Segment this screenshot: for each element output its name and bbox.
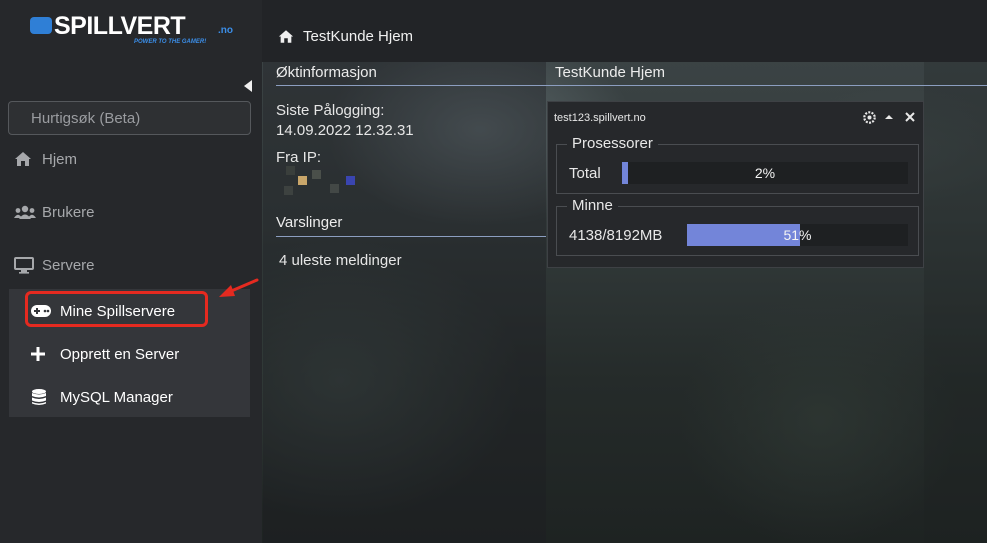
cpu-legend: Prosessorer xyxy=(567,135,658,152)
sidebar-item-servere[interactable]: Servere xyxy=(14,254,95,276)
monitor-icon xyxy=(14,256,36,274)
close-icon[interactable] xyxy=(903,110,917,124)
cpu-usage-bar: 2% xyxy=(622,162,908,184)
collapse-up-icon[interactable] xyxy=(882,110,896,124)
session-info-divider xyxy=(276,85,546,86)
home-panel-title: TestKunde Hjem xyxy=(555,64,666,81)
last-login-value: 14.09.2022 12.32.31 xyxy=(276,122,414,139)
home-icon xyxy=(14,150,36,168)
notifications-count[interactable]: 4 uleste meldinger xyxy=(279,251,402,270)
sidebar-item-label: Brukere xyxy=(42,203,95,221)
brand-tagline: POWER TO THE GAMER! xyxy=(134,39,207,45)
settings-icon[interactable] xyxy=(862,110,876,124)
database-icon xyxy=(30,388,52,406)
ip-label: Fra IP: xyxy=(276,149,322,166)
users-icon xyxy=(14,203,36,221)
submenu-item-opprett-en-server[interactable]: Opprett en Server xyxy=(30,343,179,365)
notifications-divider xyxy=(276,236,546,237)
server-status-widget: test123.spillvert.no Prosessorer Total 2… xyxy=(547,101,924,268)
highlight-box xyxy=(25,291,208,327)
sidebar-item-label: Servere xyxy=(42,256,95,274)
last-login-label: Siste Pålogging: xyxy=(276,102,385,119)
cpu-label: Total xyxy=(569,165,601,182)
home-panel-divider xyxy=(546,85,987,86)
search-input[interactable]: Hurtigsøk (Beta) xyxy=(8,101,251,135)
sidebar-item-label: Hjem xyxy=(42,150,78,168)
sidebar-item-hjem[interactable]: Hjem xyxy=(14,148,77,170)
content-overlay-right xyxy=(924,62,987,543)
submenu-item-label: Opprett en Server xyxy=(60,345,180,363)
brand-tld: .no xyxy=(218,25,233,36)
cpu-group: Prosessorer Total 2% xyxy=(556,135,919,194)
submenu-item-label: MySQL Manager xyxy=(60,388,173,406)
brand-logo[interactable]: SPILLVERT .no POWER TO THE GAMER! xyxy=(30,12,240,50)
sidebar-item-brukere[interactable]: Brukere xyxy=(14,201,95,223)
home-icon xyxy=(278,29,294,44)
annotation-arrow-icon xyxy=(219,278,259,297)
gamepad-logo-icon xyxy=(30,17,52,34)
memory-usage-bar: 51% xyxy=(687,224,908,246)
cpu-usage-text: 2% xyxy=(754,165,776,181)
submenu-item-mysql-manager[interactable]: MySQL Manager xyxy=(30,386,173,408)
memory-group: Minne 4138/8192MB 51% xyxy=(556,197,919,256)
page-title: TestKunde Hjem xyxy=(278,28,413,45)
memory-label: 4138/8192MB xyxy=(569,227,663,244)
memory-legend: Minne xyxy=(567,197,618,214)
session-info-title: Øktinformasjon xyxy=(276,64,377,81)
page-title-text: TestKunde Hjem xyxy=(303,28,414,45)
collapse-sidebar-icon[interactable] xyxy=(244,80,252,92)
memory-usage-text: 51% xyxy=(783,227,812,243)
plus-icon xyxy=(30,346,52,362)
server-hostname: test123.spillvert.no xyxy=(554,112,646,124)
brand-name: SPILLVERT xyxy=(54,12,186,40)
notifications-title: Varslinger xyxy=(276,214,343,231)
